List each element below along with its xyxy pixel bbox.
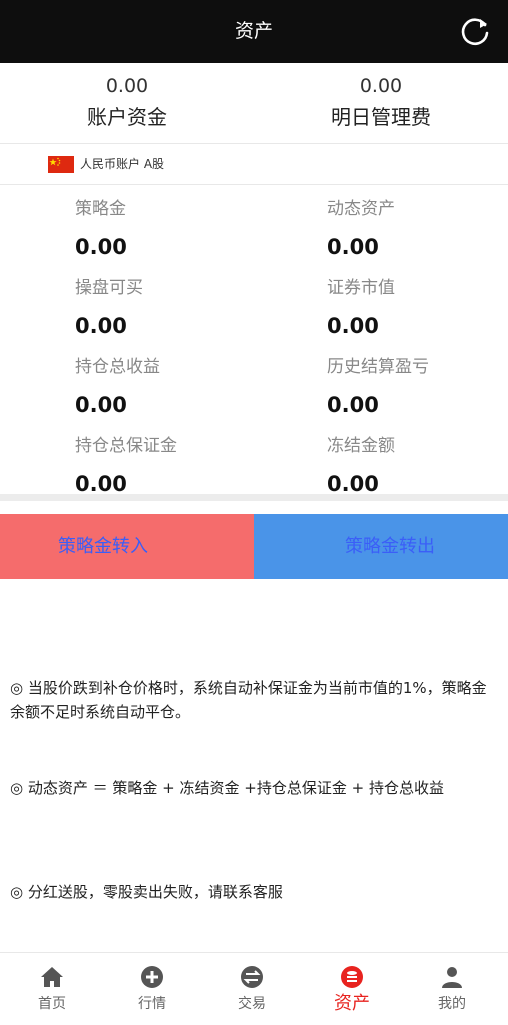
bottom-tab-bar: 首页 行情 交易 资产 我的 (0, 952, 508, 1025)
stat-value: 0.00 (327, 314, 379, 338)
stat-buyable: 操盘可买 0.00 (75, 277, 295, 340)
stat-dynamic-assets: 动态资产 0.00 (327, 198, 508, 261)
refresh-icon[interactable] (458, 14, 492, 48)
china-flag-icon (48, 156, 74, 173)
stat-value: 0.00 (75, 235, 127, 259)
asset-stats: 策略金 0.00 动态资产 0.00 操盘可买 0.00 证券市值 0.00 持… (0, 184, 508, 496)
note-dynamic-assets-formula: ◎ 动态资产 ＝ 策略金 + 冻结资金 +持仓总保证金 + 持仓总收益 (10, 779, 444, 797)
tomorrow-fee-value: 0.00 (359, 75, 403, 97)
tomorrow-fee: 0.00 明日管理费 (254, 63, 508, 130)
stat-value: 0.00 (327, 235, 379, 259)
stat-strategy-funds: 策略金 0.00 (75, 198, 295, 261)
stat-label: 持仓总收益 (75, 357, 160, 377)
tab-label: 交易 (238, 996, 266, 1012)
tomorrow-fee-label: 明日管理费 (331, 105, 431, 129)
stat-label: 策略金 (75, 199, 126, 219)
tab-assets[interactable]: 资产 (302, 953, 402, 1025)
account-funds-value: 0.00 (105, 75, 149, 97)
note-auto-margin: ◎ 当股价跌到补仓价格时，系统自动补保证金为当前市值的1%，策略金余额不足时系统… (10, 679, 487, 721)
exchange-icon (241, 966, 263, 988)
transfer-in-label: 策略金转入 (58, 536, 148, 557)
stat-label: 历史结算盈亏 (327, 357, 429, 377)
transfer-in-button[interactable]: 策略金转入 (0, 514, 254, 579)
tab-market[interactable]: 行情 (102, 953, 202, 1025)
transfer-out-label: 策略金转出 (345, 536, 435, 557)
tab-home[interactable]: 首页 (2, 953, 102, 1025)
section-separator (0, 494, 508, 501)
account-funds: 0.00 账户资金 (0, 63, 254, 130)
top-bar: 资产 (0, 0, 508, 63)
stat-label: 证券市值 (327, 278, 395, 298)
stat-value: 0.00 (75, 314, 127, 338)
transfer-out-button[interactable]: 策略金转出 (254, 514, 508, 579)
tab-label: 资产 (334, 993, 370, 1014)
stat-label: 操盘可买 (75, 278, 143, 298)
stat-label: 动态资产 (327, 199, 395, 219)
stat-frozen-amount: 冻结金额 0.00 (327, 435, 508, 498)
account-funds-label: 账户资金 (87, 105, 167, 129)
plus-circle-icon (141, 966, 163, 988)
home-icon (41, 967, 63, 987)
note-dividend: ◎ 分红送股，零股卖出失败，请联系客服 (10, 883, 283, 901)
stat-value: 0.00 (75, 393, 127, 417)
stat-settled-pnl: 历史结算盈亏 0.00 (327, 356, 508, 419)
stat-market-value: 证券市值 0.00 (327, 277, 508, 340)
account-row: 人民币账户 A股 (0, 144, 508, 184)
account-label: 人民币账户 A股 (80, 157, 165, 171)
stat-value: 0.00 (327, 393, 379, 417)
database-icon (341, 966, 363, 988)
tab-mine[interactable]: 我的 (402, 953, 502, 1025)
stat-label: 冻结金额 (327, 436, 395, 456)
tab-label: 首页 (38, 996, 66, 1012)
stat-position-profit: 持仓总收益 0.00 (75, 356, 295, 419)
tab-trade[interactable]: 交易 (202, 953, 302, 1025)
user-icon (442, 967, 462, 988)
tab-label: 我的 (438, 996, 466, 1012)
page-title: 资产 (234, 20, 273, 42)
stat-label: 持仓总保证金 (75, 436, 177, 456)
stat-position-margin: 持仓总保证金 0.00 (75, 435, 295, 498)
tab-label: 行情 (138, 996, 166, 1012)
account-summary: 0.00 账户资金 0.00 明日管理费 (0, 63, 508, 143)
